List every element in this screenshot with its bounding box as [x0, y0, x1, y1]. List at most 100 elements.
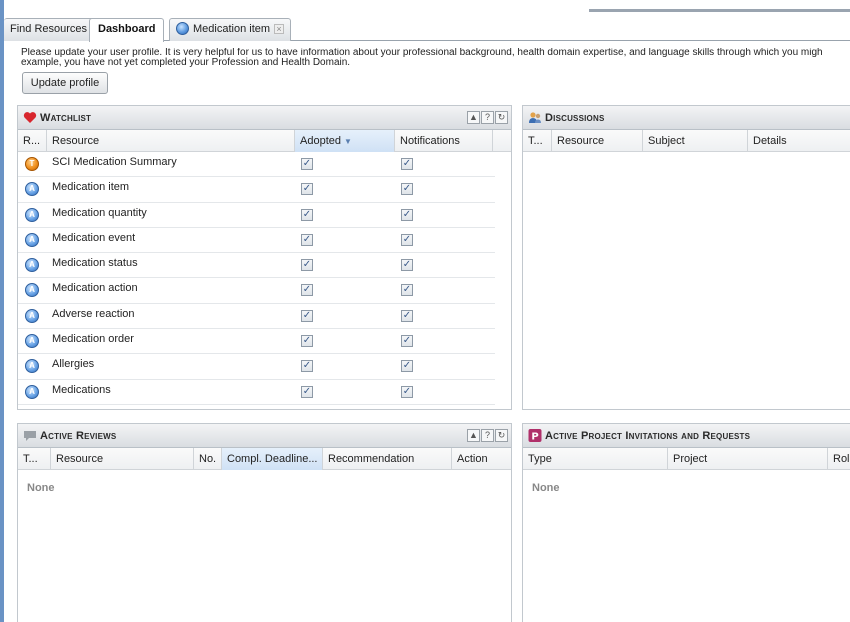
active-reviews-column-header: T... Resource No. Compl. Deadline... Rec…: [18, 448, 511, 470]
watchlist-resource-name[interactable]: Medication event: [52, 228, 135, 253]
column-t[interactable]: T...: [523, 130, 552, 152]
adopted-checkbox[interactable]: ✓: [301, 259, 313, 272]
tab-dashboard[interactable]: Dashboard: [89, 18, 165, 42]
adopted-checkbox[interactable]: ✓: [301, 233, 313, 246]
column-details[interactable]: Details: [748, 130, 850, 152]
watchlist-row[interactable]: A Medication order ✓ ✓: [18, 329, 495, 355]
adopted-checkbox[interactable]: ✓: [301, 284, 313, 297]
refresh-icon[interactable]: ↻: [495, 111, 508, 124]
column-no[interactable]: No.: [194, 448, 222, 470]
watchlist-resource-name[interactable]: Medication item: [52, 177, 129, 202]
globe-archetype-icon: A: [25, 334, 39, 349]
notifications-checkbox[interactable]: ✓: [401, 158, 413, 170]
globe-archetype-icon: A: [25, 258, 39, 273]
globe-archetype-icon: A: [25, 384, 39, 399]
sort-desc-icon: ▼: [343, 137, 352, 146]
tab-find-resources-label: Find Resources: [10, 23, 88, 35]
active-reviews-empty-text: None: [27, 482, 55, 494]
column-resource[interactable]: Resource: [47, 130, 295, 152]
notifications-checkbox[interactable]: ✓: [401, 208, 413, 221]
tab-find-resources[interactable]: Find Resources: [4, 18, 95, 41]
notifications-checkbox[interactable]: ✓: [401, 309, 413, 322]
watchlist-resource-name[interactable]: Medication action: [52, 278, 138, 303]
watchlist-row[interactable]: A Medication event ✓ ✓: [18, 228, 495, 254]
help-icon[interactable]: ?: [481, 111, 494, 124]
watchlist-resource-name[interactable]: Medication status: [52, 253, 138, 278]
watchlist-row[interactable]: T SCI Medication Summary ✓ ✓: [18, 152, 495, 178]
watchlist-resource-name[interactable]: Allergies: [52, 354, 94, 379]
adopted-checkbox[interactable]: ✓: [301, 335, 313, 348]
column-type[interactable]: Type: [523, 448, 668, 470]
column-project[interactable]: Project: [668, 448, 828, 470]
watchlist-row[interactable]: A Medication quantity ✓ ✓: [18, 203, 495, 228]
watchlist-resource-name[interactable]: Medication order: [52, 329, 134, 354]
column-resource[interactable]: Resource: [552, 130, 643, 152]
profile-notice: Please update your user profile. It is v…: [21, 48, 850, 68]
help-icon[interactable]: ?: [481, 429, 494, 442]
globe-archetype-icon: A: [25, 232, 39, 247]
top-strip: [4, 0, 850, 15]
discussions-column-header: T... Resource Subject Details: [523, 130, 850, 152]
notifications-checkbox[interactable]: ✓: [401, 259, 413, 272]
tab-bar: Find Resources Dashboard Medication item…: [4, 15, 850, 42]
top-strip-line: [589, 9, 850, 12]
update-profile-button[interactable]: Update profile: [22, 72, 108, 94]
column-notifications[interactable]: Notifications: [395, 130, 493, 152]
notifications-checkbox[interactable]: ✓: [401, 335, 413, 348]
resource-type-letter: A: [29, 260, 35, 270]
speech-bubble-icon: [24, 431, 36, 441]
notifications-checkbox[interactable]: ✓: [401, 284, 413, 297]
notifications-checkbox[interactable]: ✓: [401, 233, 413, 246]
column-action[interactable]: Action: [452, 448, 511, 470]
collapse-icon[interactable]: ▲: [467, 111, 480, 124]
tab-medication-item[interactable]: Medication item ×: [169, 18, 292, 41]
watchlist-header: Watchlist ▲? ↻: [18, 106, 511, 130]
column-r[interactable]: R...: [18, 130, 47, 152]
orange-template-icon: T: [25, 157, 39, 171]
watchlist-body: T SCI Medication Summary ✓ ✓ A Medication ite…: [18, 152, 495, 405]
watchlist-resource-name[interactable]: Adverse reaction: [52, 304, 135, 329]
column-t[interactable]: T...: [18, 448, 51, 470]
watchlist-row[interactable]: A Medication action ✓ ✓: [18, 278, 495, 304]
project-invitations-header: P Active Project Invitations and Request…: [523, 424, 850, 448]
project-invitations-column-header: Type Project Rol: [523, 448, 850, 470]
watchlist-resource-name[interactable]: SCI Medication Summary: [52, 152, 177, 177]
resource-type-letter: A: [29, 310, 35, 320]
notifications-checkbox[interactable]: ✓: [401, 385, 413, 398]
watchlist-resource-name[interactable]: Medications: [52, 380, 111, 405]
active-reviews-tools: ▲? ↻: [466, 429, 508, 442]
heart-icon: [23, 112, 37, 123]
adopted-checkbox[interactable]: ✓: [301, 183, 313, 196]
adopted-checkbox[interactable]: ✓: [301, 208, 313, 221]
discussions-panel: Discussions T... Resource Subject Detail…: [522, 105, 850, 410]
refresh-icon[interactable]: ↻: [495, 429, 508, 442]
watchlist-row[interactable]: A Medication item ✓ ✓: [18, 177, 495, 203]
discussions-header: Discussions: [523, 106, 850, 130]
project-invitations-panel: P Active Project Invitations and Request…: [522, 423, 850, 622]
column-role[interactable]: Rol: [828, 448, 850, 470]
watchlist-row[interactable]: A Allergies ✓ ✓: [18, 354, 495, 380]
project-invitations-empty-text: None: [532, 482, 560, 494]
collapse-icon[interactable]: ▲: [467, 429, 480, 442]
watchlist-row[interactable]: A Adverse reaction ✓ ✓: [18, 304, 495, 330]
tab-medication-item-label: Medication item: [193, 23, 271, 35]
column-adopted[interactable]: Adopted ▼: [295, 130, 395, 152]
globe-archetype-icon: A: [25, 207, 39, 222]
watchlist-row[interactable]: A Medication status ✓ ✓: [18, 253, 495, 279]
notifications-checkbox[interactable]: ✓: [401, 360, 413, 373]
column-resource[interactable]: Resource: [51, 448, 194, 470]
adopted-checkbox[interactable]: ✓: [301, 360, 313, 373]
notifications-checkbox[interactable]: ✓: [401, 183, 413, 196]
column-subject[interactable]: Subject: [643, 130, 748, 152]
watchlist-row[interactable]: A Medications ✓ ✓: [18, 380, 495, 405]
column-compl-deadline[interactable]: Compl. Deadline...: [222, 448, 323, 470]
adopted-checkbox[interactable]: ✓: [301, 385, 313, 398]
adopted-checkbox[interactable]: ✓: [301, 309, 313, 322]
column-recommendation[interactable]: Recommendation: [323, 448, 452, 470]
adopted-checkbox[interactable]: ✓: [301, 158, 313, 170]
watchlist-resource-name[interactable]: Medication quantity: [52, 203, 147, 228]
globe-archetype-icon: A: [25, 308, 39, 323]
close-icon[interactable]: ×: [274, 24, 285, 34]
page: Find Resources Dashboard Medication item…: [4, 0, 850, 622]
project-invitations-title: Active Project Invitations and Requests: [545, 430, 751, 442]
